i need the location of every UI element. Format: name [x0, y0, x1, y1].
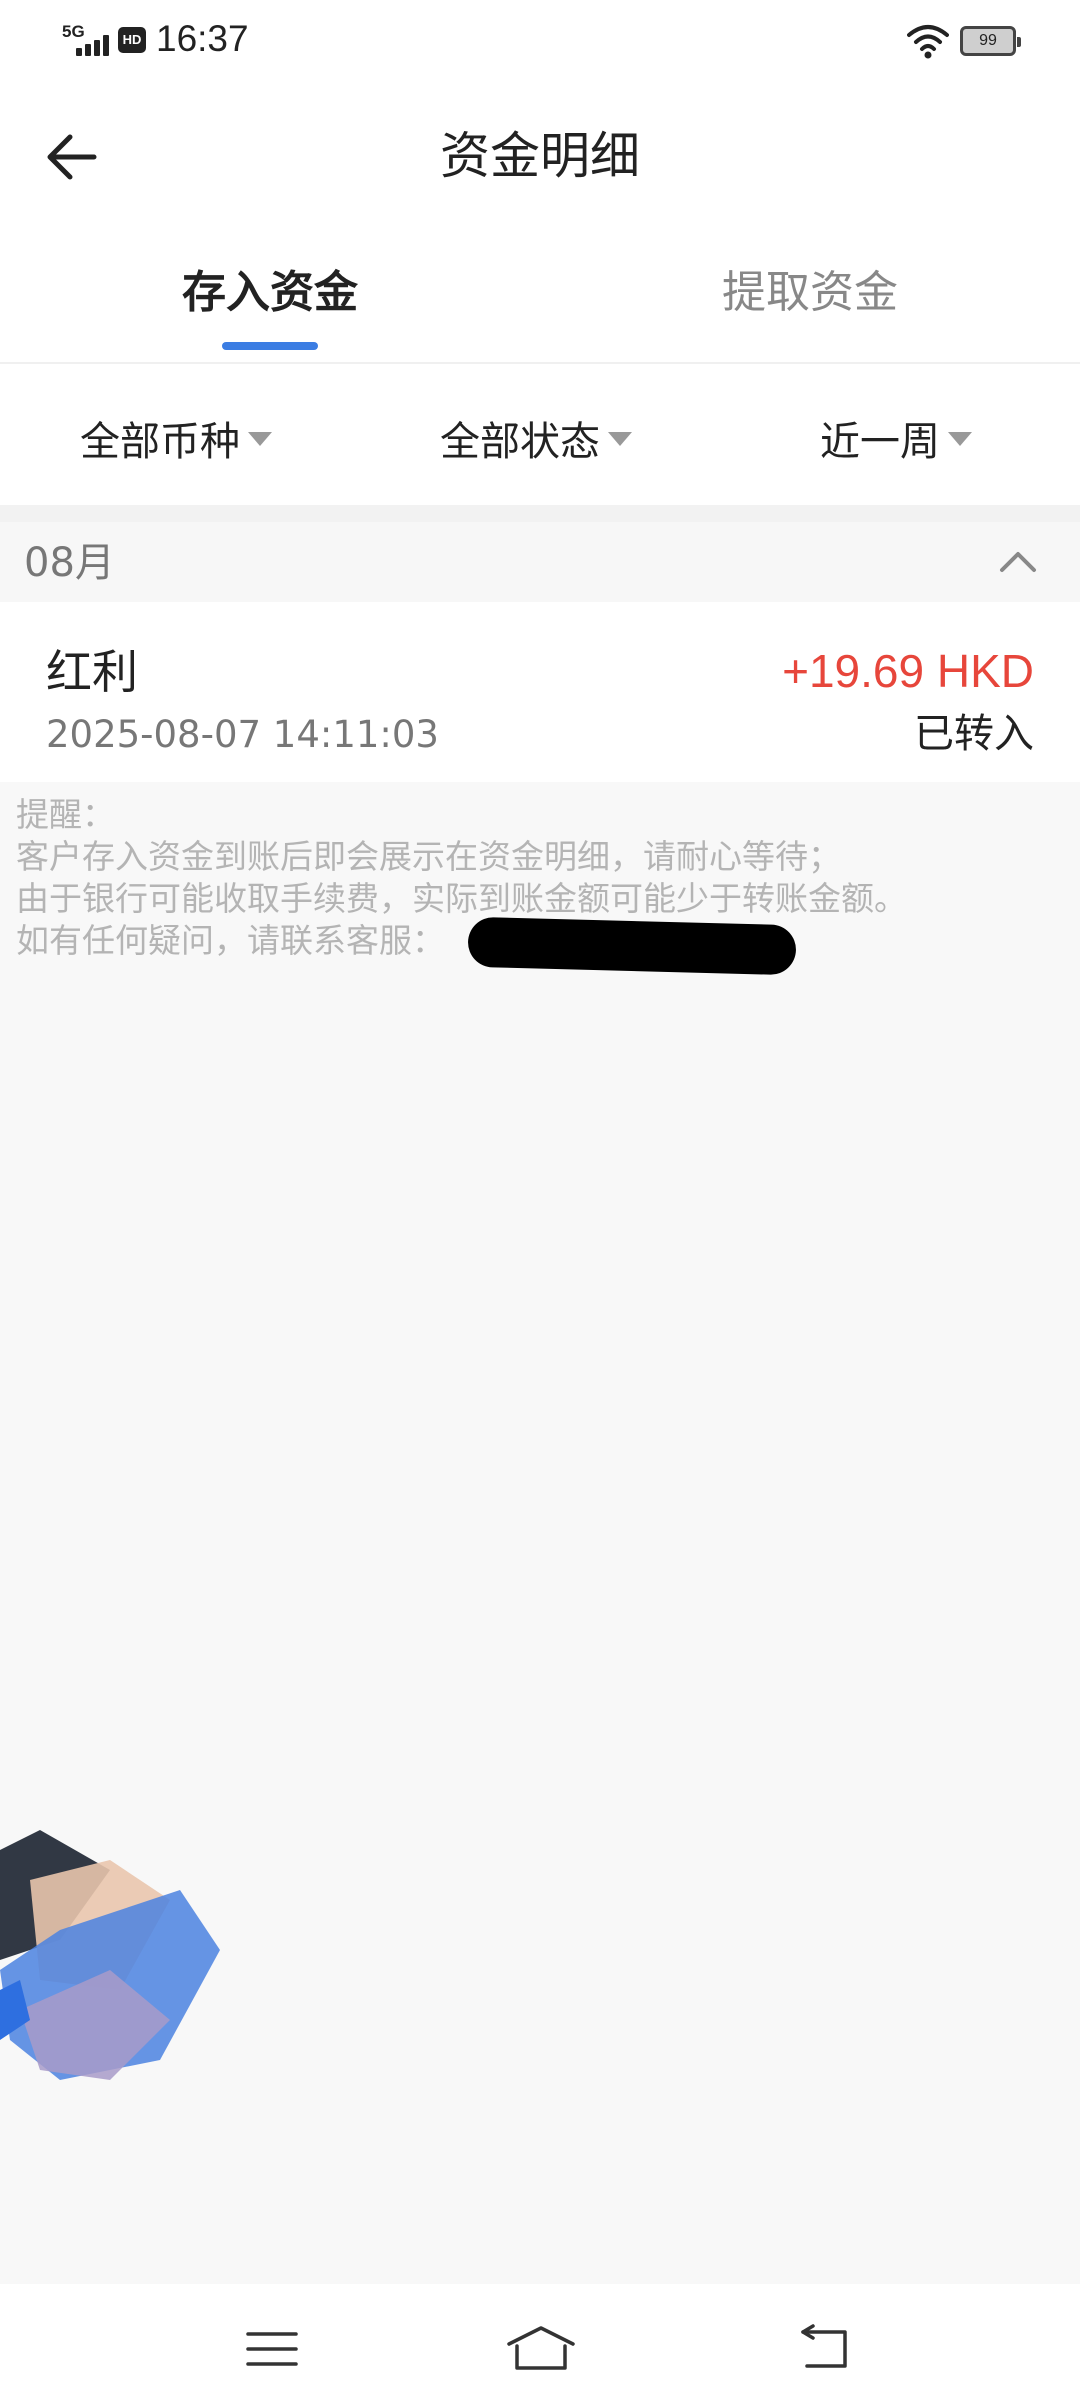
wifi-icon: [907, 25, 949, 59]
system-nav-bar: [0, 2284, 1080, 2408]
menu-icon[interactable]: [242, 2324, 302, 2374]
tab-deposit[interactable]: 存入资金: [0, 258, 540, 328]
currency-filter[interactable]: 全部币种: [80, 402, 272, 474]
dropdown-caret-icon: [608, 432, 632, 446]
period-filter[interactable]: 近一周: [820, 402, 972, 474]
redaction-mark: [467, 916, 797, 976]
status-filter[interactable]: 全部状态: [440, 402, 632, 474]
transaction-row[interactable]: 红利 2025-08-07 14:11:03 +19.69 HKD 已转入: [0, 602, 1080, 782]
signal-icon: 5G: [62, 20, 110, 58]
transaction-amount: +19.69 HKD: [782, 645, 1034, 697]
notice-title: 提醒：: [16, 795, 115, 834]
status-time: 16:37: [156, 18, 249, 59]
chevron-up-icon[interactable]: [996, 542, 1040, 582]
active-tab-indicator: [222, 342, 318, 350]
scribble-mark: [0, 1830, 220, 2080]
status-filter-label: 全部状态: [440, 419, 600, 465]
month-label: 08月: [24, 540, 115, 586]
battery-icon: 99: [960, 26, 1021, 56]
notice-line: 客户存入资金到账后即会展示在资金明细，请耐心等待；: [16, 837, 841, 876]
page-title: 资金明细: [440, 127, 640, 185]
period-filter-label: 近一周: [820, 419, 940, 465]
notice-line: 由于银行可能收取手续费，实际到账金额可能少于转账金额。: [16, 879, 907, 918]
back-icon[interactable]: [795, 2324, 855, 2374]
tab-withdraw[interactable]: 提取资金: [540, 258, 1080, 328]
dropdown-caret-icon: [948, 432, 972, 446]
dropdown-caret-icon: [248, 432, 272, 446]
hd-badge: HD: [118, 27, 146, 53]
transaction-time: 2025-08-07 14:11:03: [46, 713, 439, 756]
transaction-status: 已转入: [914, 711, 1034, 757]
currency-filter-label: 全部币种: [80, 419, 240, 465]
status-bar: 5G HD 16:37 99: [0, 0, 1080, 80]
battery-level: 99: [979, 32, 997, 49]
transaction-type: 红利: [46, 645, 138, 699]
divider: [0, 362, 1080, 364]
month-group-header[interactable]: 08月: [0, 522, 1080, 602]
home-icon[interactable]: [505, 2324, 577, 2374]
section-gap: [0, 505, 1080, 522]
